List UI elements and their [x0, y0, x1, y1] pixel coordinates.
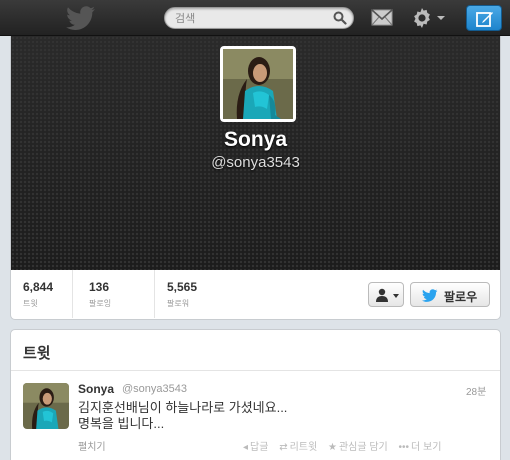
retweet-label: 리트윗 [289, 442, 318, 453]
profile-card: Sonya @sonya3543 6,844 트윗 136 팔로잉 5,565 … [10, 36, 501, 320]
chevron-down-icon[interactable] [437, 16, 445, 20]
follow-button-label: 팔로우 [444, 290, 478, 304]
divider [11, 370, 500, 371]
more-label: 더 보기 [411, 442, 442, 453]
tweet-author-handle[interactable]: @sonya3543 [122, 383, 187, 395]
tweets-title: 트윗 [23, 345, 51, 362]
more-action[interactable]: ••• 더 보기 [399, 438, 442, 453]
user-icon [376, 288, 388, 302]
stat-value: 5,565 [167, 280, 198, 294]
compose-tweet-button[interactable] [466, 5, 502, 31]
reply-icon: ◂ [243, 442, 249, 453]
avatar-image [23, 383, 69, 429]
reply-label: 답글 [250, 442, 269, 453]
user-actions-dropdown[interactable] [368, 282, 404, 307]
stat-label: 팔로워 [167, 299, 190, 308]
avatar-image [223, 49, 293, 119]
stat-value: 6,844 [23, 280, 54, 294]
tweet-author-name[interactable]: Sonya [78, 382, 114, 396]
profile-handle: @sonya3543 [211, 154, 300, 171]
star-icon: ★ [328, 442, 337, 453]
twitter-bird-icon[interactable] [66, 6, 96, 30]
retweet-icon: ⇄ [279, 442, 288, 453]
expand-link[interactable]: 펼치기 [78, 438, 106, 453]
search-box[interactable] [164, 7, 354, 29]
profile-avatar[interactable] [220, 46, 296, 122]
follow-button[interactable]: 팔로우 [410, 282, 490, 307]
compose-icon [476, 12, 493, 27]
envelope-icon[interactable] [371, 9, 393, 26]
stat-tweets[interactable]: 6,844 트윗 [11, 270, 73, 318]
reply-action[interactable]: ◂ 답글 [243, 438, 268, 453]
stat-label: 트윗 [23, 299, 38, 308]
more-icon: ••• [398, 442, 410, 453]
profile-header-background: Sonya @sonya3543 [11, 36, 500, 270]
favorite-action[interactable]: ★ 관심글 담기 [328, 438, 388, 453]
retweet-action[interactable]: ⇄ 리트윗 [279, 438, 317, 453]
favorite-label: 관심글 담기 [338, 442, 388, 453]
search-input[interactable] [175, 10, 325, 26]
top-navigation-bar [0, 0, 510, 36]
gear-icon[interactable] [410, 6, 434, 30]
stat-value: 136 [89, 280, 110, 294]
stat-following[interactable]: 136 팔로잉 [73, 270, 155, 318]
search-icon[interactable] [333, 11, 347, 25]
tweet-actions: ◂ 답글 ⇄ 리트윗 ★ 관심글 담기 ••• 더 보기 [243, 438, 449, 453]
chevron-down-icon [393, 294, 399, 298]
twitter-bird-icon [422, 289, 438, 302]
tweet-avatar[interactable] [23, 383, 69, 429]
stat-followers[interactable]: 5,565 팔로워 [155, 270, 245, 318]
stat-label: 팔로잉 [89, 299, 112, 308]
tweet-text-line: 명복을 빕니다... [78, 416, 165, 431]
tweets-module: 트윗 Sonya @sonya3543 28분 김지훈선배님이 하늘나라로 가셨… [10, 329, 501, 460]
tweet-text-line: 김지훈선배님이 하늘나라로 가셨네요... [78, 400, 288, 415]
tweet-timestamp[interactable]: 28분 [466, 383, 486, 398]
tweet-text: 김지훈선배님이 하늘나라로 가셨네요... 명복을 빕니다... [78, 400, 287, 432]
profile-name: Sonya [223, 128, 288, 151]
